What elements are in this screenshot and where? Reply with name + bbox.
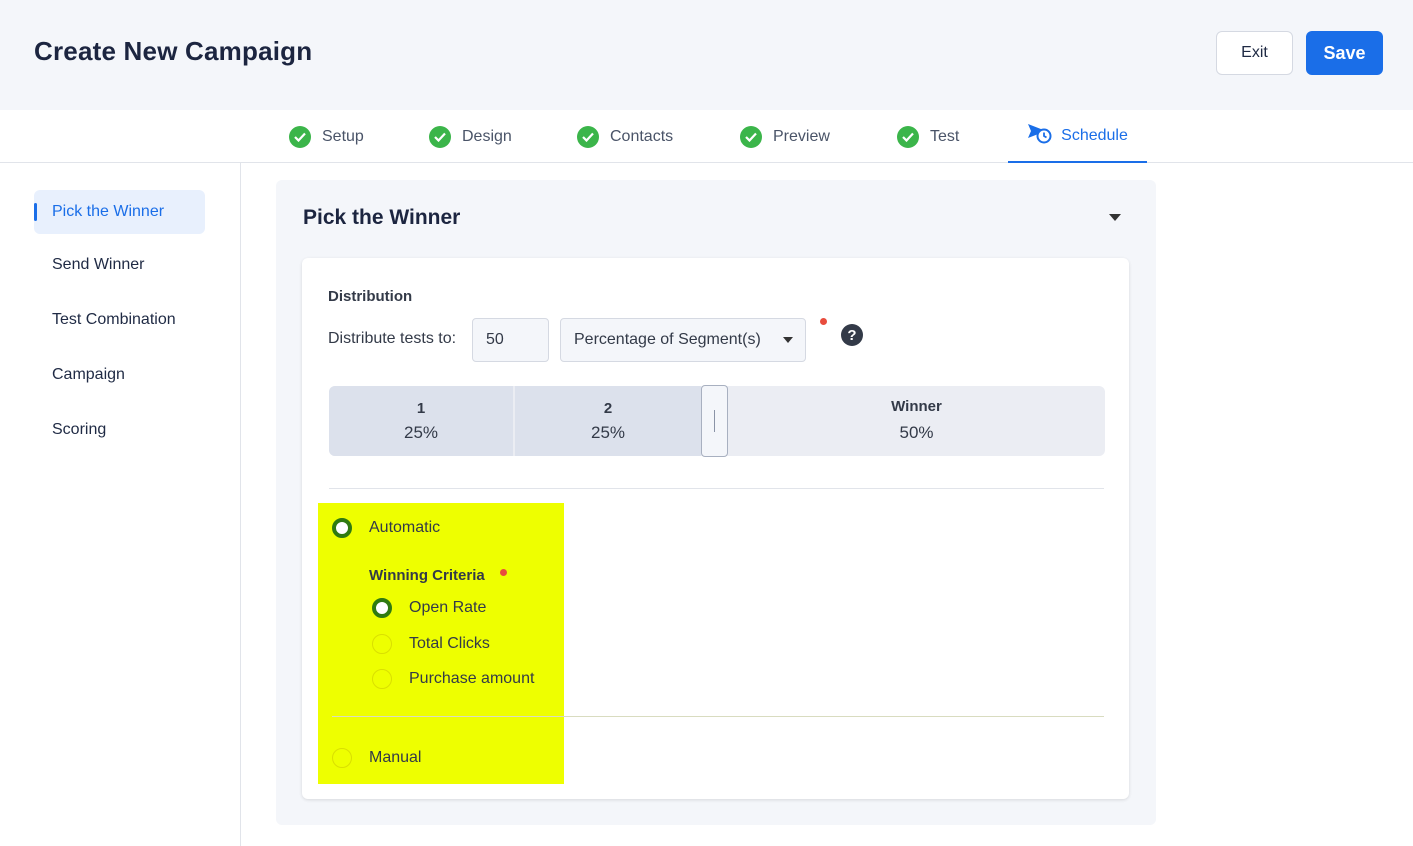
segment-winner: Winner 50%: [728, 386, 1105, 456]
page-title: Create New Campaign: [34, 36, 313, 66]
sidebar-item-label: Test Combination: [52, 311, 176, 328]
step-preview[interactable]: Preview: [740, 110, 830, 163]
sidebar-item-label: Send Winner: [52, 256, 145, 273]
step-label: Contacts: [610, 127, 674, 145]
automatic-radio[interactable]: [332, 518, 352, 538]
sidebar-item-label: Pick the Winner: [52, 203, 165, 220]
step-label: Design: [462, 127, 512, 145]
check-circle-icon: [289, 125, 311, 148]
purchase-amount-radio[interactable]: [372, 669, 392, 689]
divider: [329, 488, 1104, 489]
segment-name: Winner: [891, 398, 942, 415]
exit-button[interactable]: Exit: [1216, 31, 1293, 75]
help-icon[interactable]: ?: [841, 324, 863, 346]
distribution-card: Distribution Distribute tests to: Percen…: [302, 258, 1129, 799]
check-circle-icon: [577, 125, 599, 148]
sidebar-item-pick-the-winner[interactable]: Pick the Winner: [34, 190, 205, 234]
required-dot-icon: [500, 569, 507, 576]
step-label: Setup: [322, 127, 364, 145]
distribution-heading: Distribution: [328, 288, 413, 305]
step-test[interactable]: Test: [897, 110, 959, 163]
distribute-label: Distribute tests to:: [328, 330, 457, 347]
segment-percent: 25%: [590, 423, 626, 442]
sidebar-item-scoring[interactable]: Scoring: [34, 408, 205, 452]
panel-title: Pick the Winner: [303, 206, 461, 229]
manual-label: Manual: [369, 749, 422, 766]
step-schedule[interactable]: Schedule: [1008, 110, 1147, 163]
divider: [332, 716, 1104, 717]
check-circle-icon: [897, 125, 919, 148]
segment-test-2: 2 25%: [515, 386, 701, 456]
segment-percent: 50%: [899, 423, 934, 442]
step-label: Test: [930, 127, 960, 145]
purchase-amount-label: Purchase amount: [409, 670, 535, 687]
segment-test-1: 1 25%: [329, 386, 514, 456]
check-circle-icon: [429, 125, 451, 148]
distribution-unit-select[interactable]: Percentage of Segment(s): [560, 318, 806, 362]
step-navigation: Setup Design Contacts Preview Test Sched…: [0, 110, 1413, 163]
step-design[interactable]: Design: [429, 110, 512, 163]
segment-name: 2: [603, 400, 613, 417]
schedule-send-icon: [1027, 122, 1053, 149]
distribution-bar: 1 25% 2 25% Winner 50%: [329, 385, 1105, 457]
step-label: Preview: [773, 127, 830, 145]
sidebar-item-send-winner[interactable]: Send Winner: [34, 243, 205, 287]
segment-name: 1: [416, 400, 426, 417]
check-circle-icon: [740, 125, 762, 148]
step-label: Schedule: [1061, 126, 1128, 144]
top-bar: Create New Campaign Exit Save: [0, 0, 1413, 110]
sidebar: Pick the Winner Send Winner Test Combina…: [0, 163, 241, 846]
sidebar-item-label: Scoring: [52, 421, 107, 438]
open-rate-radio[interactable]: [372, 598, 392, 618]
step-setup[interactable]: Setup: [289, 110, 364, 163]
distribution-slider-handle[interactable]: [701, 385, 728, 457]
save-button[interactable]: Save: [1306, 31, 1383, 75]
distribution-value-input[interactable]: [472, 318, 549, 362]
automatic-label: Automatic: [369, 519, 441, 536]
step-contacts[interactable]: Contacts: [577, 110, 673, 163]
winning-criteria-heading: Winning Criteria: [369, 567, 485, 584]
select-value: Percentage of Segment(s): [574, 331, 761, 348]
sidebar-item-test-combination[interactable]: Test Combination: [34, 298, 205, 342]
collapse-caret-icon[interactable]: [1109, 214, 1121, 221]
open-rate-label: Open Rate: [409, 599, 487, 616]
sidebar-item-campaign[interactable]: Campaign: [34, 353, 205, 397]
total-clicks-label: Total Clicks: [409, 635, 490, 652]
caret-down-icon: [783, 337, 793, 343]
sidebar-item-label: Campaign: [52, 366, 125, 383]
pick-the-winner-panel: Pick the Winner Distribution Distribute …: [276, 180, 1156, 825]
manual-radio[interactable]: [332, 748, 352, 768]
required-dot-icon: [820, 318, 827, 325]
segment-percent: 25%: [403, 423, 439, 442]
total-clicks-radio[interactable]: [372, 634, 392, 654]
